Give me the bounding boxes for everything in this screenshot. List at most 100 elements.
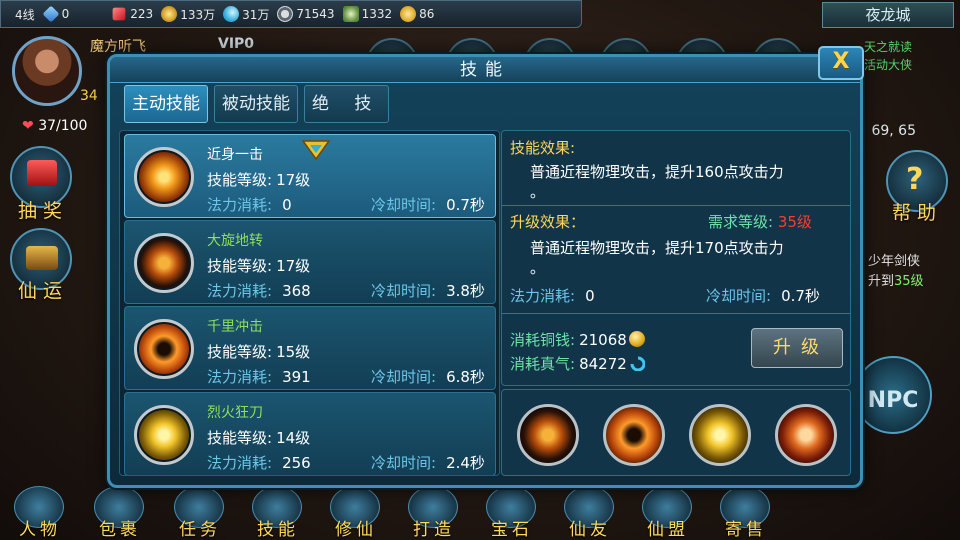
bottom-menu-friends[interactable]: 仙友	[554, 486, 626, 540]
skill-name: 烈火狂刀	[207, 405, 263, 421]
skill-cooldown-value: 6.8秒	[446, 368, 485, 386]
skill-cooldown-row: 冷却时间: 2.4秒	[371, 452, 485, 473]
event-notice[interactable]: 天之就读 活动大侠	[864, 38, 912, 74]
heart-icon	[400, 6, 417, 22]
skill-level-row: 技能等级: 14级	[207, 427, 310, 448]
close-button[interactable]: X	[818, 46, 864, 80]
bottom-menu-gem[interactable]: 宝石	[476, 486, 548, 540]
bottom-menu-bag[interactable]: 包裹	[84, 486, 156, 540]
upgrade-button[interactable]: 升级	[751, 328, 843, 368]
upgrade-effect-text: 普通近程物理攻击，提升170点攻击力	[530, 239, 784, 257]
burst-skill-icon[interactable]	[775, 404, 837, 466]
quest-tracker[interactable]: 少年剑侠 升到35级	[868, 252, 924, 292]
skill-cooldown-label: 冷却时间:	[371, 282, 437, 300]
skill-name: 大旋地转	[207, 233, 263, 249]
skill-name: 近身一击	[207, 147, 263, 163]
help-book-icon: ?	[906, 162, 924, 197]
skill-cost-value: 256	[282, 454, 311, 472]
skill-list-item[interactable]: 大旋地转 技能等级: 17级 法力消耗: 368 冷却时间: 3.8秒	[124, 220, 496, 304]
effect-title: 技能效果:	[510, 139, 576, 157]
whirl-skill-icon[interactable]	[517, 404, 579, 466]
skill-list-item[interactable]: 千里冲击 技能等级: 15级 法力消耗: 391 冷却时间: 6.8秒	[124, 306, 496, 390]
whirl-skill-icon	[134, 233, 194, 293]
qi-cost-row: 消耗真气: 84272	[510, 353, 645, 374]
skill-level-row: 技能等级: 15级	[207, 341, 310, 362]
tab-active-skills[interactable]: 主动技能	[124, 85, 208, 123]
skill-cost-label: 法力消耗:	[207, 282, 273, 300]
map-coordinates: 69, 65	[871, 123, 916, 139]
blade-skill-icon[interactable]	[689, 404, 751, 466]
bottom-menu-cultivate[interactable]: 修仙	[320, 486, 392, 540]
diamond-resource: 0	[42, 5, 70, 23]
skill-cooldown-row: 冷却时间: 0.7秒	[371, 194, 485, 215]
diamond-icon	[42, 5, 60, 23]
skill-cost-row: 法力消耗: 0	[207, 194, 292, 215]
power-resource: 71543	[277, 6, 335, 22]
bottom-menu-character[interactable]: 人物	[4, 486, 76, 540]
qi-cost-label: 消耗真气:	[510, 355, 576, 373]
bottom-menu-skill[interactable]: 技能	[242, 486, 314, 540]
skill-level-value: 17级	[276, 257, 311, 275]
skill-cost-row: 法力消耗: 256	[207, 452, 311, 473]
heart-hp-icon: ❤	[22, 118, 34, 134]
skill-level-row: 技能等级: 17级	[207, 169, 310, 190]
event-notice-line: 活动大侠	[864, 58, 913, 72]
diamond-value: 0	[61, 7, 70, 21]
skill-list-item[interactable]: 近身一击 技能等级: 17级 法力消耗: 0 冷却时间: 0.7秒	[124, 134, 496, 218]
npc-button[interactable]: NPC	[854, 356, 932, 434]
skill-level-label: 技能等级:	[207, 171, 273, 189]
skill-level-label: 技能等级:	[207, 257, 273, 275]
upgrade-cooldown-value: 0.7秒	[781, 287, 820, 305]
skill-cooldown-label: 冷却时间:	[371, 368, 437, 386]
bottom-menu-label: 打造	[413, 520, 455, 540]
bottom-menu-consign[interactable]: 寄售	[710, 486, 782, 540]
qi-resource: 31万	[223, 6, 269, 23]
ruby-resource: 223	[111, 6, 153, 22]
bottom-menu-forge[interactable]: 打造	[398, 486, 470, 540]
upgrade-cost-row: 法力消耗: 0	[510, 285, 595, 306]
skill-level-label: 技能等级:	[207, 429, 273, 447]
tab-passive-skills[interactable]: 被动技能	[214, 85, 298, 123]
bottom-menu-label: 人物	[19, 520, 61, 540]
player-avatar[interactable]	[12, 36, 82, 106]
tab-ultimate-skills[interactable]: 绝 技	[304, 85, 390, 123]
top-resource-bar: 4线 0 223 133万 31万 71543 1332 86	[0, 0, 582, 28]
skill-slot-bar	[501, 389, 851, 476]
skill-cost-row: 法力消耗: 368	[207, 280, 311, 301]
effect-text-tail: 。	[530, 183, 546, 201]
skill-level-value: 14级	[276, 429, 311, 447]
rush-skill-icon	[134, 319, 194, 379]
skill-cost-row: 法力消耗: 391	[207, 366, 311, 387]
help-label: 帮助	[892, 202, 943, 224]
skill-level-value: 17级	[276, 171, 311, 189]
skill-level-value: 15级	[276, 343, 311, 361]
required-level: 需求等级: 35级	[708, 211, 812, 232]
skill-list[interactable]: 近身一击 技能等级: 17级 法力消耗: 0 冷却时间: 0.7秒 大旋地转 技能等级…	[119, 130, 500, 476]
server-line[interactable]: 4线	[15, 6, 35, 23]
rush-skill-icon[interactable]	[603, 404, 665, 466]
skill-cost-value: 0	[282, 196, 292, 214]
copper-cost-row: 消耗铜钱: 21068	[510, 329, 645, 350]
bottom-menu-guild[interactable]: 仙盟	[632, 486, 704, 540]
bottom-menu-label: 包裹	[99, 520, 141, 540]
quest-goal-prefix: 升到	[868, 274, 895, 289]
treasure-chest-icon	[26, 246, 58, 270]
qi-swirl-icon	[223, 6, 240, 22]
bottom-menu-label: 仙盟	[647, 520, 689, 540]
vip-badge[interactable]: VIP0	[218, 36, 254, 52]
honor-resource: 1332	[342, 6, 392, 22]
skill-cost-label: 法力消耗:	[207, 196, 273, 214]
qi-cost-value: 84272	[579, 355, 627, 373]
skill-list-item[interactable]: 烈火狂刀 技能等级: 14级 法力消耗: 256 冷却时间: 2.4秒	[124, 392, 496, 475]
power-gear-icon	[277, 6, 294, 22]
server-line-label: 4线	[15, 7, 35, 22]
bottom-menu-quest[interactable]: 任务	[164, 486, 236, 540]
skill-cooldown-row: 冷却时间: 3.8秒	[371, 280, 485, 301]
slash-skill-icon	[134, 147, 194, 207]
heart-value: 86	[419, 7, 435, 21]
bottom-menu-label: 任务	[179, 520, 221, 540]
skill-cooldown-value: 3.8秒	[446, 282, 485, 300]
player-hp: ❤ 37/100	[22, 118, 87, 134]
required-level-label: 需求等级:	[708, 213, 774, 231]
upgrade-effect-title: 升级效果：	[510, 213, 586, 231]
